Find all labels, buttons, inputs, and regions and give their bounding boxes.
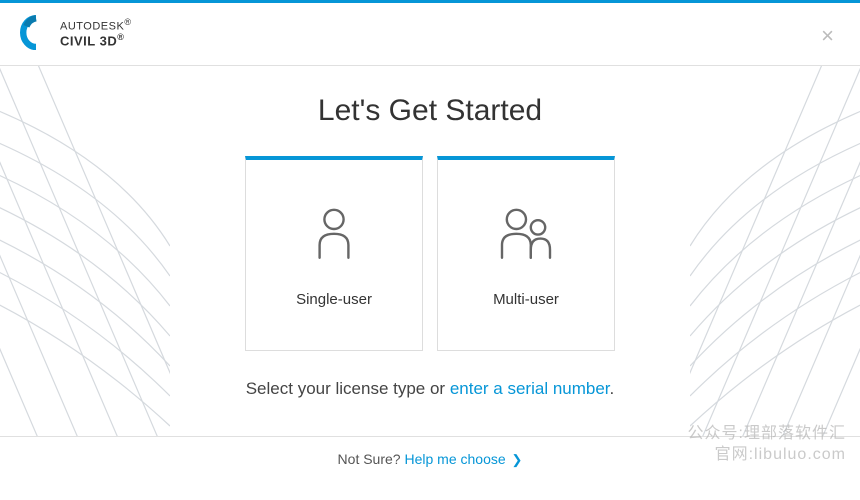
single-user-label: Single-user	[296, 291, 372, 308]
page-title: Let's Get Started	[318, 94, 542, 128]
single-user-icon	[299, 193, 369, 273]
help-me-choose-link[interactable]: Help me choose ❯	[404, 451, 522, 467]
brand-line2: CIVIL 3D®	[60, 33, 131, 49]
single-user-card[interactable]: Single-user	[245, 156, 423, 351]
close-icon[interactable]: ×	[821, 25, 834, 47]
multi-user-card[interactable]: Multi-user	[437, 156, 615, 351]
watermark: 公众号:理部落软件汇 官网:libuluo.com	[688, 424, 846, 466]
brand-line1: AUTODESK®	[60, 18, 131, 33]
chevron-right-icon: ❯	[512, 452, 523, 468]
background-art-right	[690, 66, 860, 436]
enter-serial-link[interactable]: enter a serial number	[450, 379, 610, 398]
header: AUTODESK® CIVIL 3D® ×	[0, 3, 860, 66]
autodesk-logo-icon	[20, 15, 52, 51]
license-cards: Single-user Multi-user	[245, 156, 615, 351]
brand-text: AUTODESK® CIVIL 3D®	[60, 18, 131, 48]
background-art-left	[0, 66, 170, 436]
footer-prefix: Not Sure?	[338, 451, 405, 467]
select-license-text: Select your license type or enter a seri…	[246, 379, 615, 399]
multi-user-label: Multi-user	[493, 291, 559, 308]
multi-user-icon	[491, 193, 561, 273]
main-content: Let's Get Started Single-user Multi-use	[0, 66, 860, 436]
